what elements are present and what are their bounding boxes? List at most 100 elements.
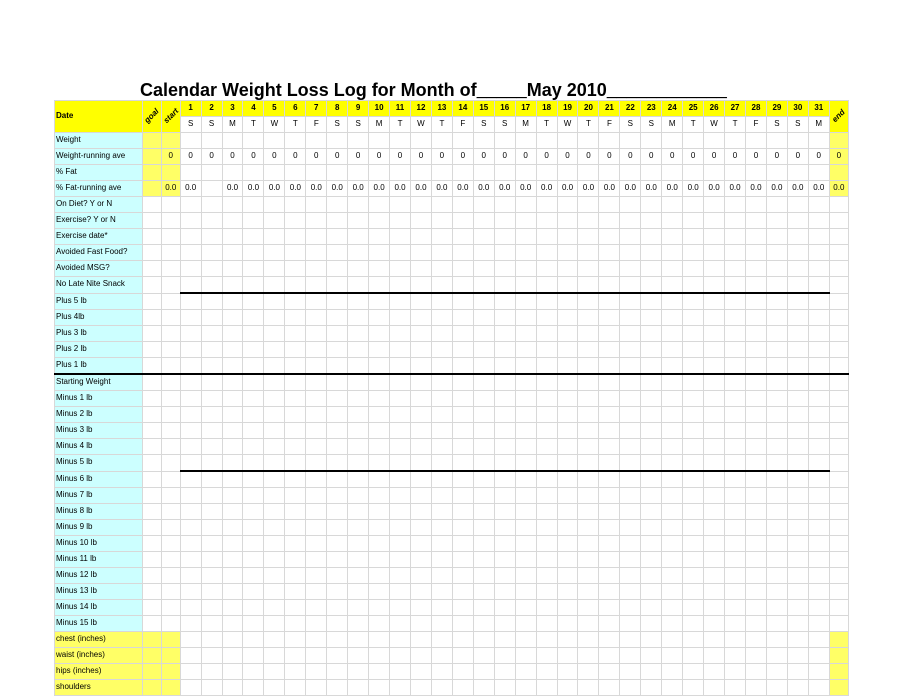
row-meas-0-d12: [410, 632, 431, 648]
row-minus-1-d23: [641, 391, 662, 407]
row-plus-2-d10: [369, 342, 390, 358]
row-plus-2-d27: [725, 342, 746, 358]
row-starting-d1: [180, 374, 201, 391]
row-exercise-date-d8: [327, 229, 348, 245]
row-plus-3-d23: [641, 326, 662, 342]
row-starting-d10: [369, 374, 390, 391]
row-exercise-d8: [327, 213, 348, 229]
row-plus-4-d14: [452, 310, 473, 326]
row-weight-d29: [766, 133, 787, 149]
row-minus-8-d22: [620, 504, 641, 520]
row-meas-3-d30: [787, 680, 808, 696]
row-avoid-msg-d28: [745, 261, 766, 277]
row-plus-1-d18: [536, 358, 557, 375]
row-exercise-d9: [348, 213, 369, 229]
row-avoid-ff-end: [829, 245, 848, 261]
row-pctfat-d12: [410, 165, 431, 181]
row-meas-2-goal: [142, 664, 161, 680]
row-minus-9-d17: [515, 520, 536, 536]
row-minus-4-d23: [641, 439, 662, 455]
row-minus-13-d5: [264, 584, 285, 600]
row-minus-12-d16: [494, 568, 515, 584]
row-minus-11-d18: [536, 552, 557, 568]
row-no-late-d2: [201, 277, 222, 294]
row-minus-6-d23: [641, 471, 662, 488]
row-minus-10-d10: [369, 536, 390, 552]
row-avoid-msg-d14: [452, 261, 473, 277]
row-minus-9-d20: [578, 520, 599, 536]
row-meas-3-d17: [515, 680, 536, 696]
row-starting-d29: [766, 374, 787, 391]
header-day-6: 6: [285, 101, 306, 117]
row-minus-14-d29: [766, 600, 787, 616]
row-minus-15-d13: [431, 616, 452, 632]
row-weight-run-d25: 0: [683, 149, 704, 165]
header-day-10: 10: [369, 101, 390, 117]
row-meas-2-d14: [452, 664, 473, 680]
row-avoid-ff-d31: [808, 245, 829, 261]
row-no-late-d18: [536, 277, 557, 294]
row-no-late-end: [829, 277, 848, 294]
row-minus-6-d16: [494, 471, 515, 488]
row-meas-3-d31: [808, 680, 829, 696]
row-no-late-d19: [557, 277, 578, 294]
row-minus-3-d1: [180, 423, 201, 439]
row-minus-15-d8: [327, 616, 348, 632]
row-plus-1-d19: [557, 358, 578, 375]
row-no-late-d16: [494, 277, 515, 294]
row-pctfat-d29: [766, 165, 787, 181]
row-exercise-d6: [285, 213, 306, 229]
row-starting-d31: [808, 374, 829, 391]
row-minus-13-d1: [180, 584, 201, 600]
row-no-late-d25: [683, 277, 704, 294]
row-minus-15-d14: [452, 616, 473, 632]
row-meas-3-d21: [599, 680, 620, 696]
row-meas-2-d6: [285, 664, 306, 680]
row-avoid-ff-d17: [515, 245, 536, 261]
row-minus-1-d4: [243, 391, 264, 407]
row-minus-1: Minus 1 lb: [55, 391, 143, 407]
row-plus-3-d2: [201, 326, 222, 342]
row-weight-goal: [142, 133, 161, 149]
row-minus-13-d20: [578, 584, 599, 600]
row-no-late-d8: [327, 277, 348, 294]
row-plus-5-d31: [808, 293, 829, 310]
row-exercise-d3: [222, 213, 243, 229]
row-meas-3-d25: [683, 680, 704, 696]
row-minus-9-d23: [641, 520, 662, 536]
row-plus-4-d19: [557, 310, 578, 326]
row-weight-run-d20: 0: [578, 149, 599, 165]
row-starting-d23: [641, 374, 662, 391]
row-plus-5-d2: [201, 293, 222, 310]
row-exercise-date-d17: [515, 229, 536, 245]
row-minus-7-d24: [662, 488, 683, 504]
row-weight-run-d10: 0: [369, 149, 390, 165]
row-plus-1-d27: [725, 358, 746, 375]
row-avoid-msg-d18: [536, 261, 557, 277]
row-minus-15-d12: [410, 616, 431, 632]
row-starting-d14: [452, 374, 473, 391]
row-avoid-msg-d13: [431, 261, 452, 277]
header-dow-24: M: [662, 117, 683, 133]
row-pctfat-d7: [306, 165, 327, 181]
row-minus-3-d6: [285, 423, 306, 439]
row-weight-run: Weight-running ave: [55, 149, 143, 165]
row-minus-15-d20: [578, 616, 599, 632]
row-minus-12-d18: [536, 568, 557, 584]
row-exercise-date-d3: [222, 229, 243, 245]
row-meas-1: waist (inches): [55, 648, 143, 664]
row-minus-9-d24: [662, 520, 683, 536]
row-minus-8-d13: [431, 504, 452, 520]
row-minus-12-d27: [725, 568, 746, 584]
row-starting-d6: [285, 374, 306, 391]
row-meas-1-d11: [390, 648, 411, 664]
header-dow-18: T: [536, 117, 557, 133]
row-minus-6-d6: [285, 471, 306, 488]
row-minus-3-d3: [222, 423, 243, 439]
header-day-11: 11: [390, 101, 411, 117]
row-exercise-date-d22: [620, 229, 641, 245]
row-minus-6-d7: [306, 471, 327, 488]
row-minus-11-goal: [142, 552, 161, 568]
row-weight-d31: [808, 133, 829, 149]
row-minus-3-d25: [683, 423, 704, 439]
